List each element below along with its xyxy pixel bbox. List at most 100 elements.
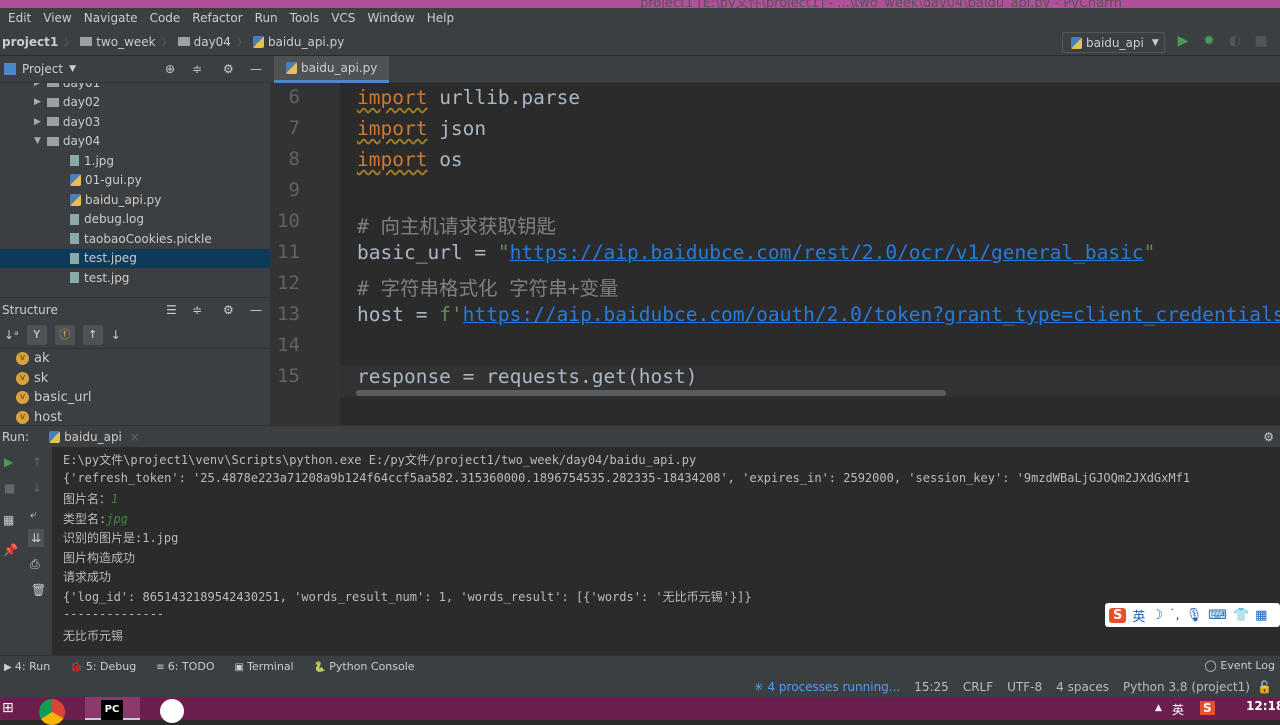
skin-icon[interactable]: 👕 xyxy=(1233,608,1249,623)
tree-item[interactable]: test.jpg xyxy=(0,268,270,288)
down-icon[interactable]: ↓ xyxy=(32,481,42,495)
fields-icon[interactable]: ⓕ xyxy=(54,324,75,345)
tray-ime-language[interactable]: 英 xyxy=(1172,701,1184,718)
autoscroll-to-source-icon[interactable]: ↑ xyxy=(82,324,103,345)
app-icon[interactable] xyxy=(146,697,201,723)
caret-position[interactable]: 15:25 xyxy=(914,680,949,694)
menu-refactor[interactable]: Refactor xyxy=(192,11,242,25)
grid-icon[interactable]: ▦ xyxy=(1255,608,1267,623)
sort-alpha-icon[interactable]: ↓ᵃ xyxy=(4,328,19,342)
tree-item[interactable]: 1.jpg xyxy=(0,151,270,171)
tab-baidu-api[interactable]: baidu_api.py xyxy=(274,56,390,83)
breadcrumb-item[interactable]: two_week xyxy=(80,35,156,49)
tree-item[interactable]: ▶ day01 xyxy=(0,83,270,93)
code-line[interactable]: # 向主机请求获取钥匙 xyxy=(357,210,556,239)
code-line[interactable]: basic_url = "https://aip.baidubce.com/re… xyxy=(357,241,1155,264)
ime-language[interactable]: 英 xyxy=(1132,606,1145,625)
print-icon[interactable]: ⎙ xyxy=(30,557,40,572)
gear-icon[interactable]: ⚙ xyxy=(223,303,234,317)
breadcrumb-item[interactable]: baidu_api.py xyxy=(252,35,344,49)
run-icon[interactable]: ▶ xyxy=(1174,33,1192,51)
structure-item[interactable]: v ak xyxy=(0,349,270,369)
gear-icon[interactable]: ⚙ xyxy=(1263,430,1274,444)
run-console-output[interactable]: E:\py文件\project1\venv\Scripts\python.exe… xyxy=(52,447,1280,655)
tree-item[interactable]: ▶ day02 xyxy=(0,93,270,113)
tree-item[interactable]: 01-gui.py xyxy=(0,171,270,191)
code-line[interactable]: host = f'https://aip.baidubce.com/oauth/… xyxy=(357,303,1280,326)
chevron-right-icon[interactable]: ▶ xyxy=(34,97,41,107)
trash-icon[interactable]: 🗑 xyxy=(31,583,46,597)
tray-expand-icon[interactable]: ▲ xyxy=(1155,703,1162,713)
keyboard-icon[interactable]: ⌨ xyxy=(1208,608,1227,623)
python-interpreter[interactable]: Python 3.8 (project1) xyxy=(1123,680,1250,694)
expand-all-icon[interactable]: ☰ xyxy=(166,303,177,317)
windows-start-icon[interactable]: ⊞ xyxy=(2,700,14,716)
punct-icon[interactable]: ˙, xyxy=(1169,608,1180,623)
run-config-select[interactable]: baidu_api ▼ xyxy=(1062,32,1165,53)
tree-item[interactable]: baidu_api.py xyxy=(0,190,270,210)
inherited-icon[interactable]: Y xyxy=(26,324,47,345)
tool-tab[interactable]: 🐍 Python Console xyxy=(314,660,415,673)
project-view-select[interactable]: Project xyxy=(22,62,63,76)
code-line[interactable]: import urllib.parse xyxy=(357,86,580,109)
clock[interactable]: 12:18 xyxy=(1246,699,1280,713)
up-icon[interactable]: ↑ xyxy=(32,455,42,469)
processes-status[interactable]: ✳ 4 processes running... xyxy=(754,680,901,694)
tree-item[interactable]: debug.log xyxy=(0,210,270,230)
locate-icon[interactable]: ⊕ xyxy=(165,62,175,76)
structure-item[interactable]: v sk xyxy=(0,369,270,389)
stop-icon[interactable]: ■ xyxy=(1252,33,1270,51)
tool-tab[interactable]: ≡ 6: TODO xyxy=(156,660,214,673)
autoscroll-from-source-icon[interactable]: ↓ xyxy=(111,328,121,342)
close-icon[interactable]: × xyxy=(130,430,140,444)
editor-horizontal-scrollbar[interactable] xyxy=(356,390,946,396)
tool-tab[interactable]: ▣ Terminal xyxy=(234,660,293,673)
chrome-icon[interactable] xyxy=(27,697,82,725)
tool-tab[interactable]: ▶ 4: Run xyxy=(4,660,50,673)
code-line[interactable]: import json xyxy=(357,117,486,140)
ime-toolbar[interactable]: S 英 ☽ ˙, 🎙 ⌨ 👕 ▦ xyxy=(1105,603,1280,627)
code-line[interactable]: response = requests.get(host) xyxy=(357,365,697,388)
menu-help[interactable]: Help xyxy=(427,11,454,25)
rerun-icon[interactable]: ▶ xyxy=(4,455,13,469)
tree-item[interactable]: ▶ day03 xyxy=(0,112,270,132)
menu-tools[interactable]: Tools xyxy=(290,11,320,25)
scroll-to-end-icon[interactable]: ⇊ xyxy=(28,529,45,547)
line-separator[interactable]: CRLF xyxy=(963,680,993,694)
menu-navigate[interactable]: Navigate xyxy=(84,11,138,25)
menu-run[interactable]: Run xyxy=(255,11,278,25)
tree-item[interactable]: taobaoCookies.pickle xyxy=(0,229,270,249)
chevron-down-icon[interactable]: ▼ xyxy=(34,136,41,146)
tool-tab[interactable]: 🐞 5: Debug xyxy=(70,660,136,673)
mic-icon[interactable]: 🎙 xyxy=(1186,608,1203,623)
structure-item[interactable]: v host xyxy=(0,408,270,426)
chevron-right-icon[interactable]: ▶ xyxy=(34,117,41,127)
code-line[interactable]: # 字符串格式化 字符串+变量 xyxy=(357,272,618,301)
lock-icon[interactable]: 🔓 xyxy=(1257,680,1272,694)
tree-item[interactable]: test.jpeg xyxy=(0,248,270,268)
menu-window[interactable]: Window xyxy=(367,11,414,25)
gear-icon[interactable]: ⚙ xyxy=(223,62,234,76)
breadcrumb-item[interactable]: day04 xyxy=(177,35,231,49)
pin-icon[interactable]: 📌 xyxy=(3,543,18,557)
debug-icon[interactable]: ✹ xyxy=(1200,33,1218,51)
menu-vcs[interactable]: VCS xyxy=(331,11,355,25)
breadcrumb-item[interactable]: project1 xyxy=(2,35,58,49)
indent-setting[interactable]: 4 spaces xyxy=(1056,680,1109,694)
file-encoding[interactable]: UTF-8 xyxy=(1007,680,1042,694)
menu-edit[interactable]: Edit xyxy=(8,11,31,25)
pycharm-icon[interactable]: PC xyxy=(85,697,140,720)
collapse-icon[interactable]: ≑ xyxy=(192,62,202,76)
hide-icon[interactable]: — xyxy=(250,303,262,317)
hide-icon[interactable]: — xyxy=(250,62,262,76)
run-tab[interactable]: baidu_api × xyxy=(49,430,140,444)
menu-view[interactable]: View xyxy=(43,11,71,25)
code-line[interactable]: import os xyxy=(357,148,463,171)
event-log-button[interactable]: ◯ Event Log xyxy=(1205,659,1275,672)
layout-icon[interactable]: ▦ xyxy=(3,513,14,527)
tree-item[interactable]: ▼ day04 xyxy=(0,132,270,152)
collapse-all-icon[interactable]: ≑ xyxy=(192,303,202,317)
tray-sogou-icon[interactable]: S xyxy=(1200,701,1215,715)
structure-item[interactable]: v basic_url xyxy=(0,388,270,408)
soft-wrap-icon[interactable]: ⤶ xyxy=(30,507,37,522)
